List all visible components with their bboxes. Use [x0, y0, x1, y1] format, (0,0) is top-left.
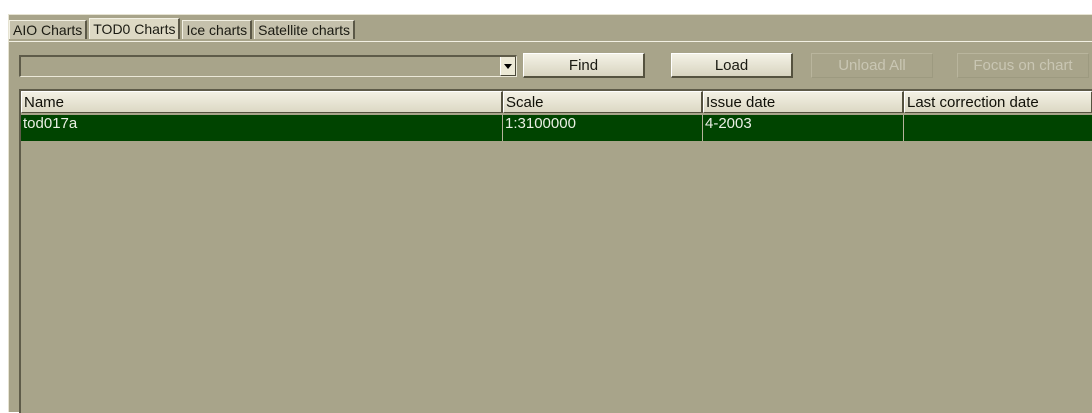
focus-on-chart-button[interactable]: Focus on chart: [957, 53, 1089, 78]
charts-table: Name Scale Issue date Last correction da…: [19, 89, 1092, 413]
combo-dropdown-button[interactable]: [500, 57, 516, 76]
tab-aio-charts[interactable]: AIO Charts: [9, 20, 88, 39]
tab-bar: AIO Charts TOD0 Charts Ice charts Satell…: [9, 17, 357, 39]
load-button[interactable]: Load: [671, 53, 793, 78]
column-header-name[interactable]: Name: [21, 91, 503, 113]
table-row[interactable]: tod017a 1:3100000 4-2003: [21, 115, 1092, 141]
tab-tod0-charts[interactable]: TOD0 Charts: [89, 18, 181, 39]
tab-ice-charts[interactable]: Ice charts: [182, 20, 253, 39]
chart-filter-combo[interactable]: [19, 55, 517, 77]
column-header-issue-date[interactable]: Issue date: [703, 91, 904, 113]
tab-satellite-charts[interactable]: Satellite charts: [254, 20, 355, 39]
table-header: Name Scale Issue date Last correction da…: [21, 91, 1092, 113]
cell-last-correction-date: [904, 115, 1092, 141]
column-header-last-correction-date[interactable]: Last correction date: [904, 91, 1092, 113]
charts-panel: AIO Charts TOD0 Charts Ice charts Satell…: [8, 14, 1092, 413]
chevron-down-icon: [504, 63, 512, 69]
cell-scale: 1:3100000: [503, 115, 703, 141]
cell-issue-date: 4-2003: [703, 115, 904, 141]
cell-name: tod017a: [21, 115, 503, 141]
find-button[interactable]: Find: [523, 53, 645, 78]
tab-divider: [9, 41, 1092, 42]
column-header-scale[interactable]: Scale: [503, 91, 703, 113]
unload-all-button[interactable]: Unload All: [811, 53, 933, 78]
